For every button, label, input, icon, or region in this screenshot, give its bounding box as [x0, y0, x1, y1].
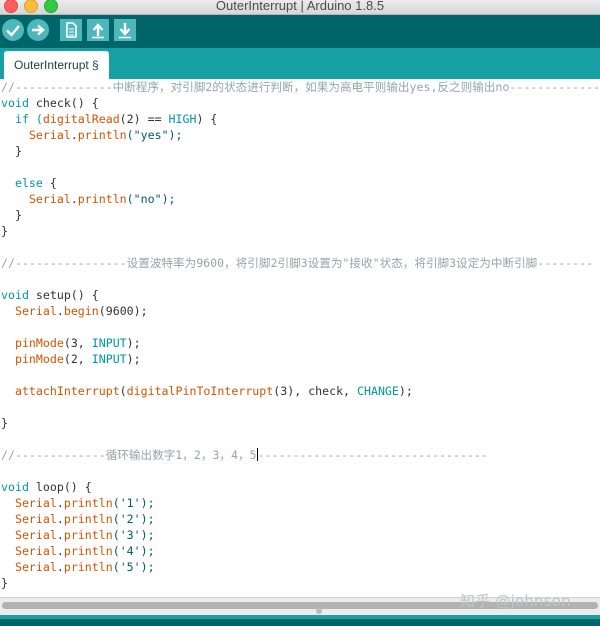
- upload-button[interactable]: [27, 19, 49, 41]
- code-editor[interactable]: //--------------中断程序，对引脚2的状态进行判断，如果为高电平则…: [0, 79, 600, 597]
- code-line: //-------------循环输出数字1，2，3，4，5----------…: [1, 448, 488, 462]
- document-icon: [66, 22, 77, 38]
- code-line: Serial.println("yes");: [28, 128, 183, 142]
- code-line: pinMode(2, INPUT);: [14, 352, 141, 366]
- code-line: Serial.println("no");: [28, 192, 176, 206]
- code-line: void loop() {: [1, 480, 92, 494]
- new-button[interactable]: [60, 19, 82, 41]
- code-line: }: [1, 416, 8, 430]
- verify-button[interactable]: [2, 19, 24, 41]
- code-line: void check() {: [1, 96, 99, 110]
- code-line: }: [1, 144, 22, 158]
- open-button[interactable]: [87, 19, 109, 41]
- arrow-down-icon: [119, 23, 131, 39]
- console-divider[interactable]: [0, 615, 600, 619]
- save-button[interactable]: [114, 19, 136, 41]
- code-line: Serial.println('4');: [14, 544, 155, 558]
- arrow-right-icon: [32, 24, 45, 36]
- code-line: Serial.println('1');: [14, 496, 155, 510]
- code-line: pinMode(3, INPUT);: [14, 336, 141, 350]
- window-title: OuterInterrupt | Arduino 1.8.5: [215, 0, 385, 13]
- code-line: Serial.begin(9600);: [14, 304, 148, 318]
- code-line: Serial.println('5');: [14, 560, 155, 574]
- code-line: attachInterrupt(digitalPinToInterrupt(3)…: [14, 384, 413, 398]
- code-line: else {: [1, 176, 57, 190]
- arrow-up-icon: [92, 23, 104, 39]
- splitter-handle[interactable]: [316, 608, 322, 614]
- code-line: Serial.println('3');: [14, 528, 155, 542]
- watermark: 知乎 @johnson: [460, 592, 571, 610]
- title-bar: OuterInterrupt | Arduino 1.8.5: [0, 0, 600, 15]
- code-line: }: [1, 576, 8, 590]
- code-line: Serial.println('2');: [14, 512, 155, 526]
- tab-outerinterrupt[interactable]: OuterInterrupt §: [4, 51, 109, 79]
- checkmark-icon: [6, 25, 20, 37]
- tab-bar: OuterInterrupt §: [0, 48, 600, 79]
- code-line: if (digitalRead(2) == HIGH) {: [1, 112, 218, 126]
- code-line: }: [1, 208, 22, 222]
- code-line: }: [1, 224, 8, 238]
- code-line: void setup() {: [1, 288, 99, 302]
- code-line: //----------------设置波特率为9600，将引脚2引脚3设置为"…: [1, 256, 594, 270]
- toolbar: [0, 15, 600, 48]
- console-area: [0, 615, 600, 626]
- code-line: //--------------中断程序，对引脚2的状态进行判断，如果为高电平则…: [1, 80, 600, 94]
